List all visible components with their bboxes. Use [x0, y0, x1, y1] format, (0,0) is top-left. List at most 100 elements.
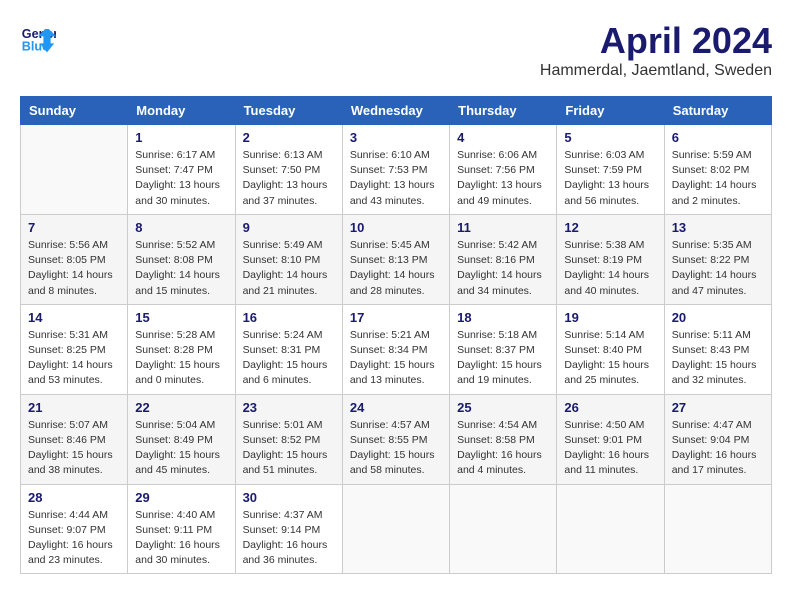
- day-cell: 15 Sunrise: 5:28 AM Sunset: 8:28 PM Dayli…: [128, 304, 235, 394]
- day-info: Sunrise: 4:57 AM Sunset: 8:55 PM Dayligh…: [350, 418, 442, 479]
- day-number: 25: [457, 400, 549, 415]
- day-number: 26: [564, 400, 656, 415]
- day-cell: 5Sunrise: 6:03 AM Sunset: 7:59 PM Daylig…: [557, 125, 664, 215]
- day-info: Sunrise: 5:28 AM Sunset: 8:28 PM Dayligh…: [135, 328, 227, 389]
- day-number: 8: [135, 220, 227, 235]
- day-number: 27: [672, 400, 764, 415]
- header-cell-thursday: Thursday: [450, 97, 557, 125]
- day-number: 30: [243, 490, 335, 505]
- day-number: 10: [350, 220, 442, 235]
- month-title: April 2024: [540, 20, 772, 62]
- day-number: 23: [243, 400, 335, 415]
- week-row-1: 1 Sunrise: 6:17 AM Sunset: 7:47 PM Daylig…: [21, 125, 772, 215]
- day-number: 1: [135, 130, 227, 145]
- day-cell: 24 Sunrise: 4:57 AM Sunset: 8:55 PM Dayli…: [342, 394, 449, 484]
- day-info: Sunrise: 4:37 AM Sunset: 9:14 PM Dayligh…: [243, 508, 335, 569]
- day-cell: 26 Sunrise: 4:50 AM Sunset: 9:01 PM Dayli…: [557, 394, 664, 484]
- day-cell: [557, 484, 664, 574]
- day-number: 4: [457, 130, 549, 145]
- day-cell: 9 Sunrise: 5:49 AM Sunset: 8:10 PM Daylig…: [235, 214, 342, 304]
- day-cell: 17 Sunrise: 5:21 AM Sunset: 8:34 PM Dayli…: [342, 304, 449, 394]
- day-number: 14: [28, 310, 120, 325]
- day-info: Sunrise: 5:04 AM Sunset: 8:49 PM Dayligh…: [135, 418, 227, 479]
- day-number: 13: [672, 220, 764, 235]
- header-cell-sunday: Sunday: [21, 97, 128, 125]
- day-cell: 23Sunrise: 5:01 AM Sunset: 8:52 PM Dayli…: [235, 394, 342, 484]
- day-info: Sunrise: 4:40 AM Sunset: 9:11 PM Dayligh…: [135, 508, 227, 569]
- day-number: 18: [457, 310, 549, 325]
- day-number: 17: [350, 310, 442, 325]
- day-cell: 22 Sunrise: 5:04 AM Sunset: 8:49 PM Dayli…: [128, 394, 235, 484]
- week-row-2: 7 Sunrise: 5:56 AM Sunset: 8:05 PM Daylig…: [21, 214, 772, 304]
- day-cell: 12Sunrise: 5:38 AM Sunset: 8:19 PM Dayli…: [557, 214, 664, 304]
- day-info: Sunrise: 6:17 AM Sunset: 7:47 PM Dayligh…: [135, 148, 227, 209]
- header-cell-saturday: Saturday: [664, 97, 771, 125]
- week-row-3: 14 Sunrise: 5:31 AM Sunset: 8:25 PM Dayli…: [21, 304, 772, 394]
- header-cell-tuesday: Tuesday: [235, 97, 342, 125]
- day-cell: [450, 484, 557, 574]
- day-info: Sunrise: 5:07 AM Sunset: 8:46 PM Dayligh…: [28, 418, 120, 479]
- day-number: 7: [28, 220, 120, 235]
- day-cell: 16Sunrise: 5:24 AM Sunset: 8:31 PM Dayli…: [235, 304, 342, 394]
- title-area: April 2024 Hammerdal, Jaemtland, Sweden: [540, 20, 772, 80]
- day-number: 3: [350, 130, 442, 145]
- day-number: 24: [350, 400, 442, 415]
- day-info: Sunrise: 5:14 AM Sunset: 8:40 PM Dayligh…: [564, 328, 656, 389]
- day-number: 22: [135, 400, 227, 415]
- day-cell: 21 Sunrise: 5:07 AM Sunset: 8:46 PM Dayli…: [21, 394, 128, 484]
- week-row-5: 28 Sunrise: 4:44 AM Sunset: 9:07 PM Dayli…: [21, 484, 772, 574]
- day-info: Sunrise: 5:21 AM Sunset: 8:34 PM Dayligh…: [350, 328, 442, 389]
- day-info: Sunrise: 5:42 AM Sunset: 8:16 PM Dayligh…: [457, 238, 549, 299]
- day-number: 11: [457, 220, 549, 235]
- day-number: 6: [672, 130, 764, 145]
- day-cell: 29 Sunrise: 4:40 AM Sunset: 9:11 PM Dayli…: [128, 484, 235, 574]
- day-cell: [21, 125, 128, 215]
- day-cell: [664, 484, 771, 574]
- day-number: 21: [28, 400, 120, 415]
- day-cell: 8 Sunrise: 5:52 AM Sunset: 8:08 PM Daylig…: [128, 214, 235, 304]
- header-row: SundayMondayTuesdayWednesdayThursdayFrid…: [21, 97, 772, 125]
- day-info: Sunrise: 6:13 AM Sunset: 7:50 PM Dayligh…: [243, 148, 335, 209]
- header-cell-monday: Monday: [128, 97, 235, 125]
- day-number: 15: [135, 310, 227, 325]
- day-number: 20: [672, 310, 764, 325]
- day-cell: 2 Sunrise: 6:13 AM Sunset: 7:50 PM Daylig…: [235, 125, 342, 215]
- day-cell: [342, 484, 449, 574]
- day-info: Sunrise: 6:03 AM Sunset: 7:59 PM Dayligh…: [564, 148, 656, 209]
- day-info: Sunrise: 4:50 AM Sunset: 9:01 PM Dayligh…: [564, 418, 656, 479]
- day-cell: 11 Sunrise: 5:42 AM Sunset: 8:16 PM Dayli…: [450, 214, 557, 304]
- calendar-body: 1 Sunrise: 6:17 AM Sunset: 7:47 PM Daylig…: [21, 125, 772, 574]
- calendar-table: SundayMondayTuesdayWednesdayThursdayFrid…: [20, 96, 772, 574]
- day-number: 16: [243, 310, 335, 325]
- day-info: Sunrise: 4:54 AM Sunset: 8:58 PM Dayligh…: [457, 418, 549, 479]
- day-cell: 4 Sunrise: 6:06 AM Sunset: 7:56 PM Daylig…: [450, 125, 557, 215]
- day-number: 29: [135, 490, 227, 505]
- day-info: Sunrise: 5:35 AM Sunset: 8:22 PM Dayligh…: [672, 238, 764, 299]
- day-cell: 30 Sunrise: 4:37 AM Sunset: 9:14 PM Dayli…: [235, 484, 342, 574]
- calendar-header: SundayMondayTuesdayWednesdayThursdayFrid…: [21, 97, 772, 125]
- day-cell: 14 Sunrise: 5:31 AM Sunset: 8:25 PM Dayli…: [21, 304, 128, 394]
- page-header: General Blue April 2024 Hammerdal, Jaemt…: [20, 20, 772, 80]
- day-info: Sunrise: 5:31 AM Sunset: 8:25 PM Dayligh…: [28, 328, 120, 389]
- day-info: Sunrise: 5:18 AM Sunset: 8:37 PM Dayligh…: [457, 328, 549, 389]
- location-title: Hammerdal, Jaemtland, Sweden: [540, 62, 772, 80]
- day-number: 28: [28, 490, 120, 505]
- day-cell: 28 Sunrise: 4:44 AM Sunset: 9:07 PM Dayli…: [21, 484, 128, 574]
- logo: General Blue: [20, 20, 56, 56]
- day-number: 2: [243, 130, 335, 145]
- day-info: Sunrise: 4:44 AM Sunset: 9:07 PM Dayligh…: [28, 508, 120, 569]
- header-cell-wednesday: Wednesday: [342, 97, 449, 125]
- day-info: Sunrise: 5:11 AM Sunset: 8:43 PM Dayligh…: [672, 328, 764, 389]
- day-number: 19: [564, 310, 656, 325]
- header-cell-friday: Friday: [557, 97, 664, 125]
- day-cell: 7 Sunrise: 5:56 AM Sunset: 8:05 PM Daylig…: [21, 214, 128, 304]
- day-cell: 27Sunrise: 4:47 AM Sunset: 9:04 PM Dayli…: [664, 394, 771, 484]
- day-number: 9: [243, 220, 335, 235]
- week-row-4: 21 Sunrise: 5:07 AM Sunset: 8:46 PM Dayli…: [21, 394, 772, 484]
- day-info: Sunrise: 5:38 AM Sunset: 8:19 PM Dayligh…: [564, 238, 656, 299]
- day-info: Sunrise: 6:06 AM Sunset: 7:56 PM Dayligh…: [457, 148, 549, 209]
- day-info: Sunrise: 5:49 AM Sunset: 8:10 PM Dayligh…: [243, 238, 335, 299]
- day-cell: 18 Sunrise: 5:18 AM Sunset: 8:37 PM Dayli…: [450, 304, 557, 394]
- day-info: Sunrise: 5:52 AM Sunset: 8:08 PM Dayligh…: [135, 238, 227, 299]
- day-info: Sunrise: 5:56 AM Sunset: 8:05 PM Dayligh…: [28, 238, 120, 299]
